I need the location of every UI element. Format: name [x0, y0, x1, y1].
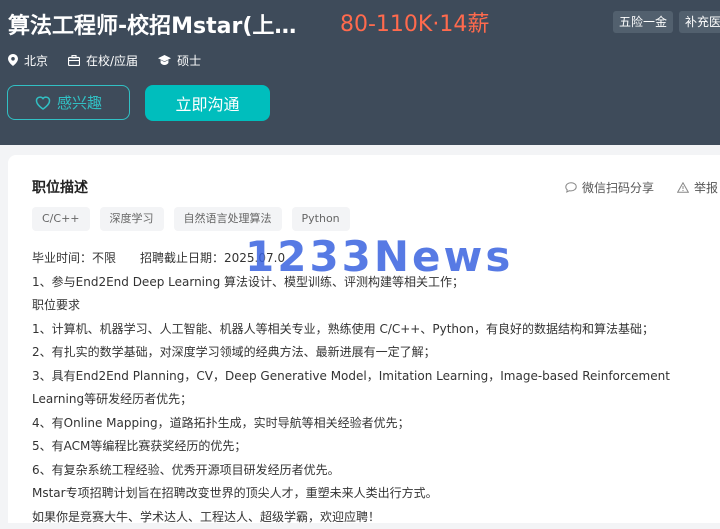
interest-button[interactable]: 感兴趣 [7, 85, 130, 120]
heart-icon [35, 96, 51, 110]
wechat-share-link[interactable]: 微信扫码分享 [565, 179, 654, 196]
briefcase-icon [68, 55, 80, 66]
benefit-tag: 五险一金 [613, 11, 673, 33]
wechat-share-label: 微信扫码分享 [582, 179, 654, 196]
skill-tag[interactable]: C/C++ [32, 207, 90, 231]
job-description-text: 毕业时间：不限 招聘截止日期：2025.07.0 1、参与End2End Dee… [32, 247, 720, 529]
chat-now-button[interactable]: 立即沟通 [145, 85, 270, 121]
description-line: 5、有ACM等编程比赛获奖经历的优先； [32, 435, 720, 459]
benefit-tag: 补充医 [679, 11, 720, 33]
meta-city: 北京 [8, 52, 48, 69]
location-pin-icon [8, 54, 18, 66]
skill-tags: C/C++ 深度学习 自然语言处理算法 Python [32, 207, 360, 231]
description-line: 4、有Online Mapping，道路拓扑生成，实时导航等相关经验者优先； [32, 412, 720, 436]
meta-degree: 硕士 [158, 52, 201, 69]
meta-status: 在校/应届 [68, 52, 138, 69]
salary-range: 80-110K·14薪 [340, 6, 489, 38]
meta-city-label: 北京 [24, 52, 48, 69]
warning-icon [677, 182, 689, 193]
watermark: 1233News [245, 232, 513, 281]
interest-button-label: 感兴趣 [57, 92, 102, 113]
skill-tag[interactable]: 自然语言处理算法 [174, 207, 282, 231]
description-line: 6、有复杂系统工程经验、优秀开源项目研发经历者优先。 [32, 459, 720, 483]
description-line: 1、计算机、机器学习、人工智能、机器人等相关专业，熟练使用 C/C++、Pyth… [32, 318, 720, 342]
description-line: 如果你是竞赛大牛、学术达人、工程达人、超级学霸，欢迎应聘！ [32, 506, 720, 529]
job-header: 算法工程师-校招Mstar(上… 80-110K·14薪 五险一金 补充医 北京… [0, 0, 720, 145]
skill-tag[interactable]: 深度学习 [100, 207, 164, 231]
job-title: 算法工程师-校招Mstar(上… [8, 8, 296, 40]
report-link[interactable]: 举报 [677, 179, 718, 196]
section-title: 职位描述 [32, 177, 88, 197]
description-line: 2、有扎实的数学基础，对深度学习领域的经典方法、最新进展有一定了解； [32, 341, 720, 365]
job-description-card: 职位描述 微信扫码分享 举报 C/C++ 深度学习 自然语言处理算法 Pytho… [8, 155, 720, 523]
description-line: 3、具有End2End Planning，CV，Deep Generative … [32, 365, 720, 412]
description-line: 职位要求 [32, 294, 720, 318]
description-line: Mstar专项招聘计划旨在招聘改变世界的顶尖人才，重塑未来人类出行方式。 [32, 482, 720, 506]
job-meta: 北京 在校/应届 硕士 [8, 51, 221, 69]
graduation-cap-icon [158, 55, 171, 66]
report-label: 举报 [694, 179, 718, 196]
skill-tag[interactable]: Python [292, 207, 350, 231]
chat-bubble-icon [565, 182, 577, 193]
meta-degree-label: 硕士 [177, 52, 201, 69]
meta-status-label: 在校/应届 [86, 52, 138, 69]
